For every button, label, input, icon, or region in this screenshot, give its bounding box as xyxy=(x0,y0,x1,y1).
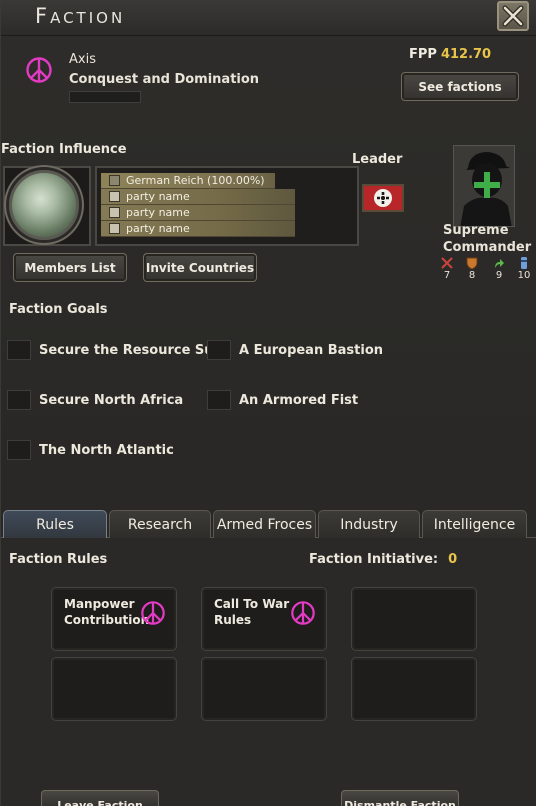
party-row[interactable]: party name xyxy=(101,205,295,221)
rule-slot-empty[interactable] xyxy=(351,587,477,651)
leader-label: Leader xyxy=(352,152,403,167)
peace-symbol-icon xyxy=(140,600,166,630)
invite-countries-button[interactable]: Invite Countries xyxy=(143,253,257,282)
party-row[interactable]: party name xyxy=(101,221,295,237)
initiative-label: Faction Initiative: xyxy=(309,552,439,567)
attack-skill: 7 xyxy=(437,256,457,282)
faction-influence-label: Faction Influence xyxy=(1,142,127,157)
defense-icon xyxy=(466,257,478,270)
rule-title: Call To War Rules xyxy=(214,596,289,628)
window-title: Faction xyxy=(35,4,126,28)
members-list-button[interactable]: Members List xyxy=(13,253,127,282)
officer-silhouette-icon xyxy=(454,146,514,226)
tab-bar: Rules Research Armed Froces Industry Int… xyxy=(3,510,533,538)
logistics-value: 10 xyxy=(517,270,531,281)
goal-text: Secure North Africa xyxy=(39,392,184,408)
goal-text: The North Atlantic xyxy=(39,442,174,458)
dismantle-faction-button[interactable]: Dismantle Faction xyxy=(341,790,459,806)
peace-symbol-icon xyxy=(290,600,316,630)
party-row[interactable]: German Reich (100.00%) xyxy=(101,173,275,189)
initiative-value: 0 xyxy=(448,552,458,567)
leave-faction-button[interactable]: Leave Faction xyxy=(41,790,159,806)
commander-label-line1: Supreme xyxy=(443,223,509,238)
peace-symbol-icon xyxy=(25,56,53,84)
faction-panel: Faction Axis Conquest and Domination FPP… xyxy=(0,0,536,806)
german-reich-flag[interactable] xyxy=(362,184,404,212)
tab-intelligence[interactable]: Intelligence xyxy=(422,510,527,538)
goal-text: Secure the Resource Su... xyxy=(39,342,229,358)
rule-title-line2: Rules xyxy=(214,613,252,627)
party-checkbox[interactable] xyxy=(109,175,120,186)
party-checkbox[interactable] xyxy=(109,207,120,218)
rule-slot-call-to-war[interactable]: Call To War Rules xyxy=(201,587,327,651)
party-checkbox[interactable] xyxy=(109,191,120,202)
party-checkbox[interactable] xyxy=(109,223,120,234)
rule-slot-manpower[interactable]: Manpower Contribution xyxy=(51,587,177,651)
close-x-icon xyxy=(502,5,524,27)
party-list: German Reich (100.00%) party name party … xyxy=(95,166,359,246)
logistics-icon xyxy=(521,257,527,269)
goal-item[interactable]: A European Bastion xyxy=(207,340,383,360)
rule-slot-empty[interactable] xyxy=(51,657,177,721)
planning-skill: 9 xyxy=(489,256,509,282)
goal-item[interactable]: The North Atlantic xyxy=(7,440,174,460)
fpp-label: FPP xyxy=(409,47,437,62)
goal-item[interactable]: An Armored Fist xyxy=(207,390,358,410)
goal-text: A European Bastion xyxy=(239,342,384,358)
ideology-progress-bar xyxy=(69,91,141,103)
faction-ideology: Conquest and Domination xyxy=(69,72,260,87)
cross-emblem-icon xyxy=(377,192,389,204)
faction-rules-label: Faction Rules xyxy=(9,552,108,567)
see-factions-button[interactable]: See factions xyxy=(401,72,519,101)
goal-item[interactable]: Secure the Resource Su... xyxy=(7,340,228,360)
rule-title-line1: Call To War xyxy=(214,597,290,611)
goal-checkbox[interactable] xyxy=(207,390,231,410)
rule-title-line2: Contribution xyxy=(64,613,150,627)
goal-checkbox[interactable] xyxy=(207,340,231,360)
rule-slot-empty[interactable] xyxy=(351,657,477,721)
tab-rules[interactable]: Rules xyxy=(3,510,107,538)
close-button[interactable] xyxy=(497,1,529,31)
faction-goals-label: Faction Goals xyxy=(9,302,108,317)
planning-value: 9 xyxy=(495,270,503,281)
rule-title-line1: Manpower xyxy=(64,597,135,611)
commander-portrait[interactable] xyxy=(453,145,515,227)
party-name: party name xyxy=(126,190,190,203)
commander-label-line2: Commander xyxy=(443,240,532,255)
attack-icon xyxy=(441,257,453,269)
tab-industry[interactable]: Industry xyxy=(318,510,420,538)
goal-text: An Armored Fist xyxy=(239,392,359,408)
attack-value: 7 xyxy=(443,270,451,281)
party-row[interactable]: party name xyxy=(101,189,295,205)
rule-slot-empty[interactable] xyxy=(201,657,327,721)
goal-checkbox[interactable] xyxy=(7,440,31,460)
flag-disc xyxy=(374,189,392,207)
party-name: party name xyxy=(126,206,190,219)
logistics-skill: 10 xyxy=(514,256,534,282)
faction-name: Axis xyxy=(69,52,96,67)
rule-title: Manpower Contribution xyxy=(64,596,149,628)
party-name: German Reich (100.00%) xyxy=(126,174,265,187)
commander-skills: 7 8 9 10 xyxy=(437,256,536,284)
goal-checkbox[interactable] xyxy=(7,390,31,410)
planning-icon xyxy=(495,259,504,268)
defense-skill: 8 xyxy=(462,256,482,282)
party-name: party name xyxy=(126,222,190,235)
goal-checkbox[interactable] xyxy=(7,340,31,360)
fpp-readout: FPP 412.70 xyxy=(409,47,491,62)
tab-research[interactable]: Research xyxy=(109,510,211,538)
supreme-commander-label: Supreme Commander xyxy=(443,222,531,256)
tab-armed-forces[interactable]: Armed Froces xyxy=(213,510,316,538)
defense-value: 8 xyxy=(468,270,476,281)
fpp-value: 412.70 xyxy=(440,47,492,62)
goal-item[interactable]: Secure North Africa xyxy=(7,390,183,410)
influence-orb[interactable] xyxy=(9,170,79,240)
faction-initiative: Faction Initiative: 0 xyxy=(309,552,457,567)
